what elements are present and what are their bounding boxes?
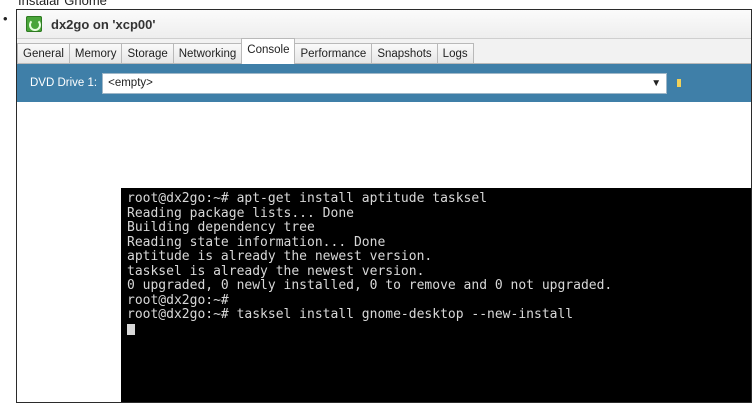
vm-titlebar: dx2go on 'xcp00': [17, 10, 751, 39]
terminal-cursor-line: [127, 323, 751, 338]
terminal-line: root@dx2go:~#: [127, 292, 229, 308]
tab-console[interactable]: Console: [241, 38, 296, 64]
tab-storage[interactable]: Storage: [121, 43, 174, 63]
tab-memory[interactable]: Memory: [68, 43, 123, 63]
dvd-drive-value: <empty>: [108, 77, 153, 89]
tab-networking[interactable]: Networking: [172, 43, 243, 63]
console-area: root@dx2go:~# apt-get install aptitude t…: [17, 102, 751, 402]
tab-bar: General Memory Storage Networking Consol…: [17, 38, 751, 64]
dvd-drive-label: DVD Drive 1:: [30, 77, 98, 89]
vm-title: dx2go on 'xcp00': [51, 16, 156, 32]
tab-general[interactable]: General: [17, 43, 70, 63]
vm-console-terminal[interactable]: root@dx2go:~# apt-get install aptitude t…: [121, 188, 751, 402]
terminal-line: Reading package lists... Done: [127, 205, 354, 221]
eject-icon[interactable]: [677, 79, 682, 87]
tab-snapshots[interactable]: Snapshots: [371, 43, 438, 63]
screenshot-frame: dx2go on 'xcp00' General Memory Storage …: [16, 9, 752, 403]
page-caption: Instalar Gnome: [18, 0, 107, 8]
tab-logs[interactable]: Logs: [436, 43, 474, 63]
dvd-toolbar: DVD Drive 1: <empty> ▼: [17, 64, 751, 103]
tab-performance[interactable]: Performance: [294, 43, 373, 63]
text-cursor: [127, 323, 135, 335]
chevron-down-icon: ▼: [651, 77, 662, 89]
terminal-line: root@dx2go:~# tasksel install gnome-desk…: [127, 307, 574, 322]
list-bullet: •: [3, 11, 8, 26]
terminal-line: Reading state information... Done: [127, 234, 386, 250]
terminal-line: aptitude is already the newest version.: [127, 249, 433, 264]
vm-running-icon: [26, 16, 42, 32]
terminal-line: tasksel is already the newest version.: [127, 263, 425, 279]
terminal-line: root@dx2go:~# apt-get install aptitude t…: [127, 191, 488, 206]
dvd-drive-select[interactable]: <empty> ▼: [102, 72, 668, 94]
terminal-line: Building dependency tree: [127, 220, 315, 235]
terminal-line: 0 upgraded, 0 newly installed, 0 to remo…: [127, 278, 613, 293]
